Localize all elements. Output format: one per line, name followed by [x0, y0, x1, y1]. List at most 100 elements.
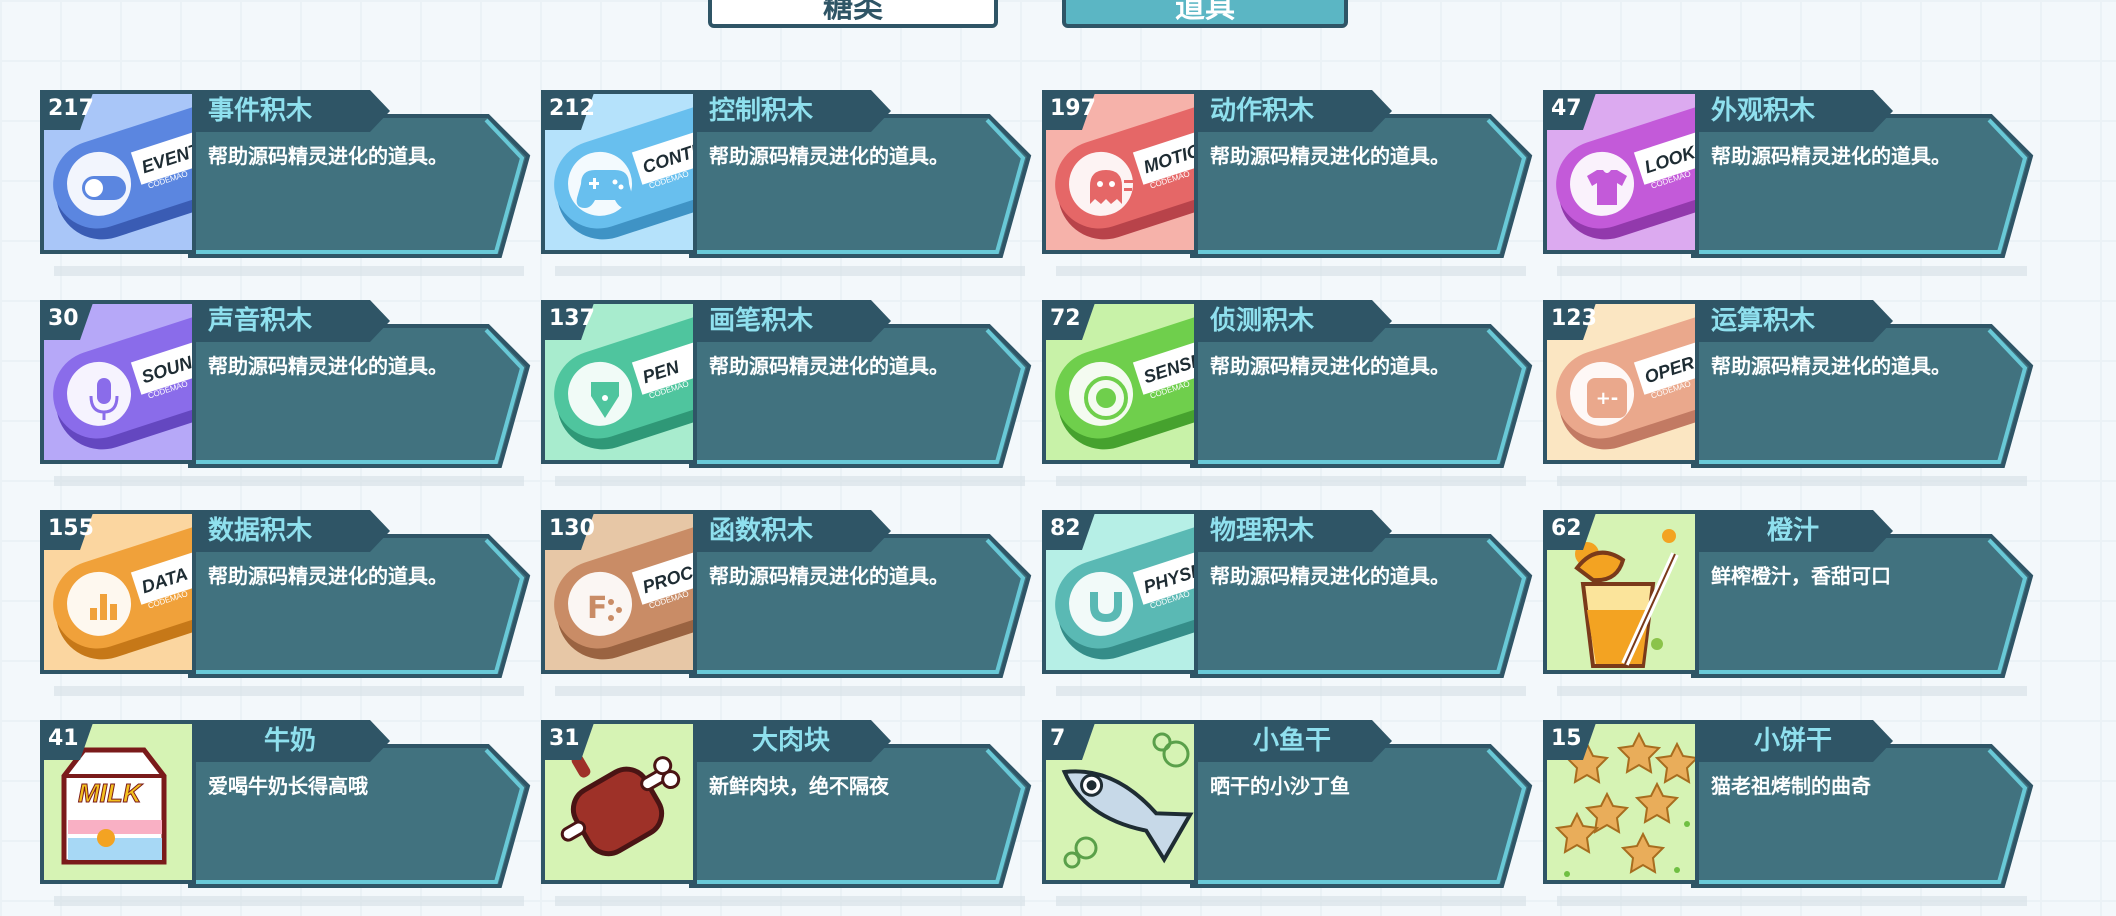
svg-text:+-: +- — [1596, 388, 1619, 409]
item-card[interactable]: 橙汁 鲜榨橙汁，香甜可口 62 — [1543, 510, 2034, 696]
count-badge: 47 — [1543, 90, 1613, 130]
item-description: 帮助源码精灵进化的道具。 — [208, 144, 448, 168]
item-description: 晒干的小沙丁鱼 — [1210, 774, 1350, 798]
item-description: 帮助源码精灵进化的道具。 — [208, 564, 448, 588]
description-panel — [1691, 534, 2037, 678]
item-name: 大肉块 — [751, 726, 830, 756]
item-name: 动作积木 — [1210, 96, 1315, 126]
item-card[interactable]: 事件积木 帮助源码精灵进化的道具。 EVENTS CODEMAO 217 — [40, 90, 531, 276]
item-name: 小饼干 — [1753, 726, 1832, 756]
card-shadow — [54, 896, 524, 906]
item-card[interactable]: 小鱼干 晒干的小沙丁鱼 7 — [1042, 720, 1533, 906]
item-description: 新鲜肉块，绝不隔夜 — [709, 774, 889, 798]
svg-text:F: F — [587, 591, 608, 626]
item-count: 217 — [48, 96, 94, 121]
description-panel — [1190, 324, 1536, 468]
item-description: 帮助源码精灵进化的道具。 — [1210, 564, 1450, 588]
item-count: 41 — [48, 726, 79, 751]
count-badge: 15 — [1543, 720, 1613, 760]
item-count: 62 — [1551, 516, 1582, 541]
item-description: 帮助源码精灵进化的道具。 — [208, 354, 448, 378]
card-shadow — [555, 476, 1025, 486]
count-badge: 30 — [40, 300, 110, 340]
item-description: 鲜榨橙汁，香甜可口 — [1711, 564, 1891, 588]
item-name: 物理积木 — [1210, 516, 1315, 546]
item-name: 画笔积木 — [709, 306, 814, 336]
count-badge: 197 — [1042, 90, 1112, 130]
item-count: 15 — [1551, 726, 1582, 751]
item-name: 声音积木 — [208, 306, 313, 336]
item-card[interactable]: 函数积木 帮助源码精灵进化的道具。 PROCEDU CODEMAO F 130 — [541, 510, 1032, 696]
description-panel — [1691, 744, 2037, 888]
item-card[interactable]: 小饼干 猫老祖烤制的曲奇 15 — [1543, 720, 2034, 906]
count-badge: 72 — [1042, 300, 1112, 340]
item-name: 函数积木 — [709, 516, 814, 546]
item-description: 爱喝牛奶长得高哦 — [208, 774, 368, 798]
item-card[interactable]: 画笔积木 帮助源码精灵进化的道具。 PEN CODEMAO 137 — [541, 300, 1032, 486]
item-card[interactable]: 侦测积木 帮助源码精灵进化的道具。 SENSING CODEMAO 72 — [1042, 300, 1533, 486]
card-shadow — [54, 476, 524, 486]
item-count: 72 — [1050, 306, 1081, 331]
card-shadow — [555, 266, 1025, 276]
card-shadow — [1557, 686, 2027, 696]
item-card[interactable]: 动作积木 帮助源码精灵进化的道具。 MOTION CODEMAO 197 — [1042, 90, 1533, 276]
item-name: 数据积木 — [208, 516, 313, 546]
item-count: 155 — [48, 516, 94, 541]
card-shadow — [1056, 686, 1526, 696]
card-shadow — [1557, 896, 2027, 906]
count-badge: 123 — [1543, 300, 1613, 340]
item-card[interactable]: 外观积木 帮助源码精灵进化的道具。 LOOKS CODEMAO 47 — [1543, 90, 2034, 276]
item-description: 帮助源码精灵进化的道具。 — [1210, 144, 1450, 168]
description-panel — [1190, 534, 1536, 678]
card-shadow — [1056, 476, 1526, 486]
count-badge: 217 — [40, 90, 110, 130]
description-panel — [689, 744, 1035, 888]
item-name: 事件积木 — [208, 96, 313, 126]
description-panel — [188, 324, 534, 468]
item-card[interactable]: 数据积木 帮助源码精灵进化的道具。 DATA CODEMAO 155 — [40, 510, 531, 696]
item-count: 197 — [1050, 96, 1096, 121]
count-badge: 155 — [40, 510, 110, 550]
card-shadow — [1056, 266, 1526, 276]
item-card[interactable]: 控制积木 帮助源码精灵进化的道具。 CONTRO CODEMAO 212 — [541, 90, 1032, 276]
description-panel — [1691, 114, 2037, 258]
item-count: 7 — [1050, 726, 1066, 751]
item-card[interactable]: 大肉块 新鲜肉块，绝不隔夜 31 — [541, 720, 1032, 906]
description-panel — [689, 324, 1035, 468]
item-name: 外观积木 — [1711, 96, 1816, 126]
item-count: 123 — [1551, 306, 1597, 331]
item-card[interactable]: 物理积木 帮助源码精灵进化的道具。 PHYSICS CODEMAO 82 — [1042, 510, 1533, 696]
item-description: 帮助源码精灵进化的道具。 — [1711, 144, 1951, 168]
count-badge: 82 — [1042, 510, 1112, 550]
count-badge: 31 — [541, 720, 611, 760]
description-panel — [1190, 744, 1536, 888]
card-shadow — [555, 686, 1025, 696]
description-panel — [689, 534, 1035, 678]
item-name: 橙汁 — [1766, 516, 1819, 546]
card-shadow — [1557, 266, 2027, 276]
svg-text:MILK: MILK — [78, 778, 144, 808]
item-count: 30 — [48, 306, 79, 331]
item-card[interactable]: 运算积木 帮助源码精灵进化的道具。 OPERATO CODEMAO +- 123 — [1543, 300, 2034, 486]
item-count: 137 — [549, 306, 595, 331]
item-card[interactable]: 牛奶 爱喝牛奶长得高哦 MILK 41 — [40, 720, 531, 906]
count-badge: 130 — [541, 510, 611, 550]
item-description: 帮助源码精灵进化的道具。 — [709, 144, 949, 168]
item-count: 31 — [549, 726, 580, 751]
item-name: 小鱼干 — [1252, 726, 1331, 756]
item-card[interactable]: 声音积木 帮助源码精灵进化的道具。 SOUND CODEMAO 30 — [40, 300, 531, 486]
item-count: 47 — [1551, 96, 1582, 121]
item-description: 帮助源码精灵进化的道具。 — [1711, 354, 1951, 378]
description-panel — [689, 114, 1035, 258]
item-name: 运算积木 — [1711, 306, 1816, 336]
item-name: 侦测积木 — [1210, 306, 1315, 336]
tab-items[interactable]: 道具 — [1062, 0, 1348, 28]
item-description: 帮助源码精灵进化的道具。 — [1210, 354, 1450, 378]
count-badge: 41 — [40, 720, 110, 760]
item-description: 帮助源码精灵进化的道具。 — [709, 354, 949, 378]
card-shadow — [555, 896, 1025, 906]
item-name: 控制积木 — [709, 96, 814, 126]
item-count: 130 — [549, 516, 595, 541]
item-count: 212 — [549, 96, 595, 121]
tab-candy[interactable]: 糖类 — [708, 0, 998, 28]
